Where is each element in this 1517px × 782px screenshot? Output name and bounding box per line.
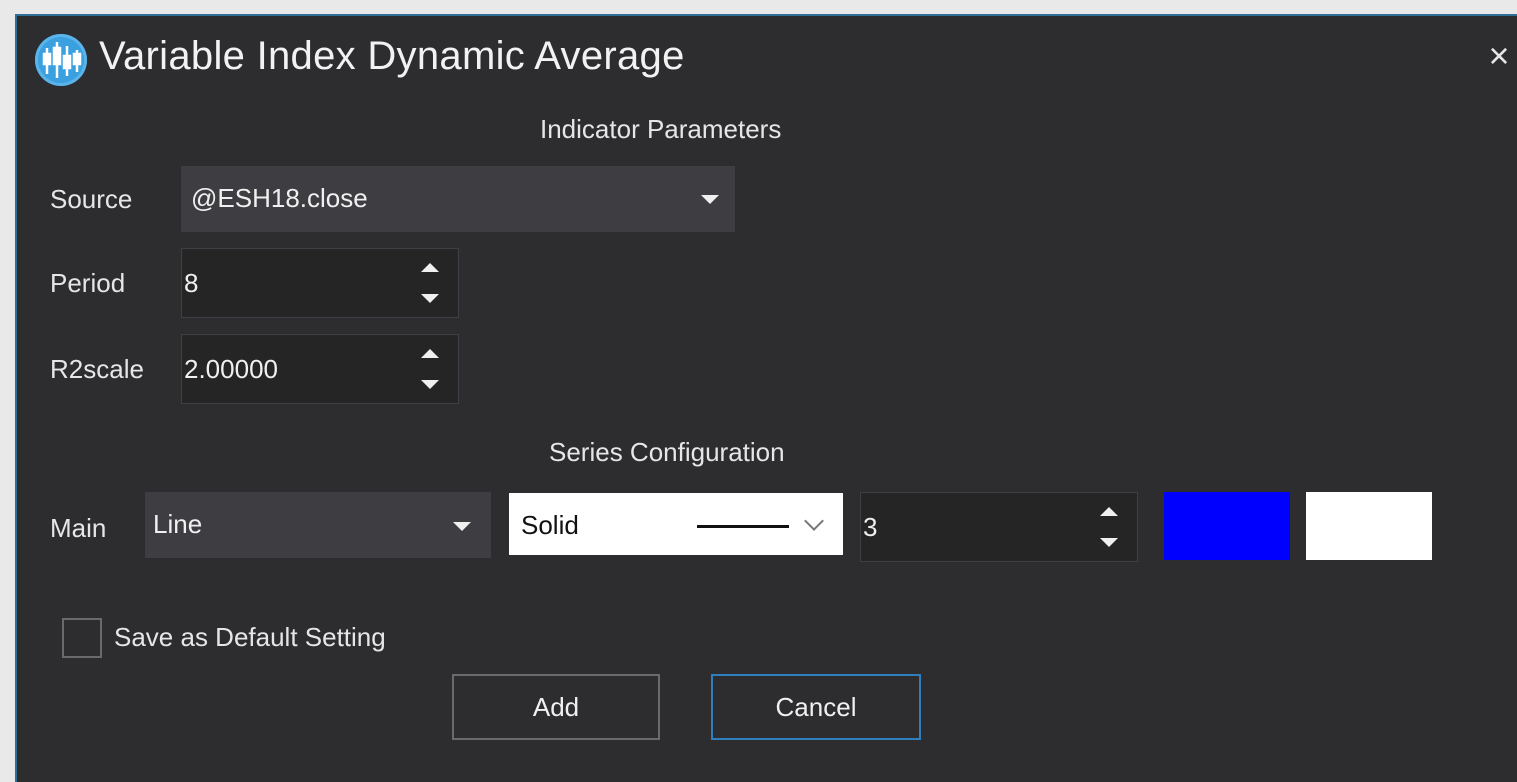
spin-down-icon[interactable] bbox=[421, 294, 439, 303]
save-default-checkbox[interactable] bbox=[62, 618, 102, 658]
plot-type-dropdown[interactable]: Line bbox=[145, 492, 491, 558]
source-dropdown[interactable]: @ESH18.close bbox=[181, 166, 735, 232]
spin-up-icon[interactable] bbox=[421, 263, 439, 272]
save-default-label[interactable]: Save as Default Setting bbox=[114, 622, 386, 653]
chevron-down-icon bbox=[701, 195, 719, 204]
r2scale-stepper[interactable] bbox=[181, 334, 459, 404]
chevron-down-icon bbox=[804, 511, 824, 531]
source-value: @ESH18.close bbox=[191, 183, 368, 213]
dialog-title: Variable Index Dynamic Average bbox=[99, 34, 685, 78]
spin-up-icon[interactable] bbox=[421, 349, 439, 358]
line-style-select[interactable]: Solid bbox=[509, 493, 843, 555]
indicator-dialog: Variable Index Dynamic Average × Indicat… bbox=[15, 14, 1517, 782]
close-button[interactable]: × bbox=[1481, 38, 1517, 74]
indicator-parameters-heading: Indicator Parameters bbox=[540, 114, 782, 144]
add-button[interactable]: Add bbox=[452, 674, 660, 740]
line-style-value: Solid bbox=[521, 510, 579, 540]
line-width-stepper[interactable] bbox=[860, 492, 1138, 562]
source-label: Source bbox=[50, 184, 133, 214]
line-width-input[interactable] bbox=[863, 493, 1063, 561]
period-input[interactable] bbox=[184, 249, 384, 317]
spin-up-icon[interactable] bbox=[1100, 507, 1118, 516]
r2scale-label: R2scale bbox=[50, 354, 144, 384]
spin-down-icon[interactable] bbox=[421, 380, 439, 389]
title-bar[interactable]: Variable Index Dynamic Average × bbox=[17, 16, 1517, 94]
plot-type-value: Line bbox=[153, 509, 203, 539]
primary-color-swatch[interactable] bbox=[1164, 492, 1290, 560]
main-series-label: Main bbox=[50, 513, 107, 543]
period-label: Period bbox=[50, 268, 126, 298]
secondary-color-swatch[interactable] bbox=[1306, 492, 1432, 560]
candlestick-chart-icon bbox=[35, 34, 87, 86]
period-stepper[interactable] bbox=[181, 248, 459, 318]
chevron-down-icon bbox=[453, 522, 471, 531]
r2scale-input[interactable] bbox=[184, 335, 384, 403]
series-configuration-heading: Series Configuration bbox=[549, 437, 785, 467]
cancel-button[interactable]: Cancel bbox=[711, 674, 921, 740]
spin-down-icon[interactable] bbox=[1100, 538, 1118, 547]
solid-line-sample bbox=[697, 525, 789, 528]
